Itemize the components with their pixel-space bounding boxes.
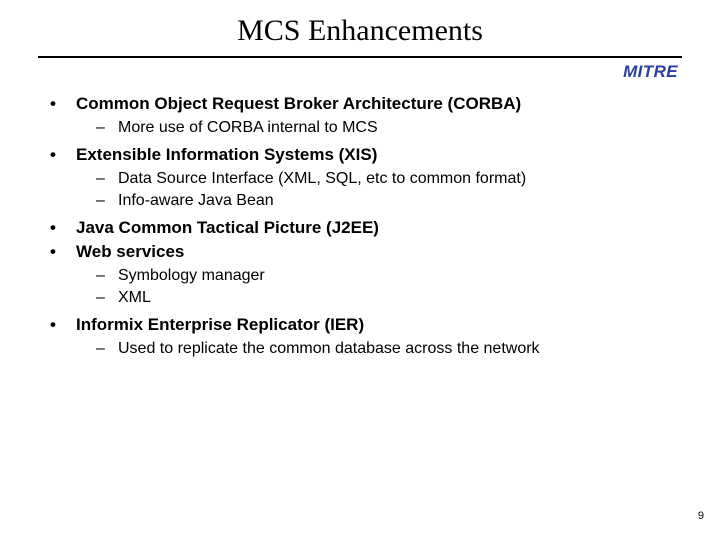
sub-item: – Symbology manager <box>96 267 680 285</box>
sub-list: – Symbology manager – XML <box>50 267 680 307</box>
dash-icon: – <box>96 192 118 210</box>
bullet-icon: • <box>50 242 76 262</box>
bullet-icon: • <box>50 315 76 335</box>
bullet-heading: Common Object Request Broker Architectur… <box>76 94 521 114</box>
sub-text: Used to replicate the common database ac… <box>118 340 540 358</box>
content-area: • Common Object Request Broker Architect… <box>0 88 720 358</box>
sub-item: – More use of CORBA internal to MCS <box>96 119 680 137</box>
bullet-icon: • <box>50 94 76 114</box>
bullet-heading: Informix Enterprise Replicator (IER) <box>76 315 364 335</box>
bullet-icon: • <box>50 145 76 165</box>
bullet-list: • Common Object Request Broker Architect… <box>50 94 680 358</box>
bullet-heading: Web services <box>76 242 184 262</box>
sub-list: – More use of CORBA internal to MCS <box>50 119 680 137</box>
dash-icon: – <box>96 340 118 358</box>
sub-list: – Data Source Interface (XML, SQL, etc t… <box>50 170 680 210</box>
sub-text: More use of CORBA internal to MCS <box>118 119 378 137</box>
bullet-item: • Java Common Tactical Picture (J2EE) <box>50 218 680 238</box>
dash-icon: – <box>96 170 118 188</box>
sub-text: XML <box>118 289 151 307</box>
dash-icon: – <box>96 289 118 307</box>
bullet-heading: Java Common Tactical Picture (J2EE) <box>76 218 379 238</box>
brand-label: MITRE <box>0 58 720 88</box>
sub-item: – Data Source Interface (XML, SQL, etc t… <box>96 170 680 188</box>
page-number: 9 <box>698 510 704 522</box>
sub-item: – XML <box>96 289 680 307</box>
dash-icon: – <box>96 267 118 285</box>
sub-item: – Used to replicate the common database … <box>96 340 680 358</box>
sub-text: Symbology manager <box>118 267 265 285</box>
bullet-heading: Extensible Information Systems (XIS) <box>76 145 377 165</box>
sub-list: – Used to replicate the common database … <box>50 340 680 358</box>
bullet-item: • Web services – Symbology manager – XML <box>50 242 680 307</box>
bullet-item: • Informix Enterprise Replicator (IER) –… <box>50 315 680 358</box>
bullet-item: • Extensible Information Systems (XIS) –… <box>50 145 680 210</box>
slide-title: MCS Enhancements <box>0 0 720 56</box>
sub-text: Info-aware Java Bean <box>118 192 274 210</box>
dash-icon: – <box>96 119 118 137</box>
sub-item: – Info-aware Java Bean <box>96 192 680 210</box>
bullet-item: • Common Object Request Broker Architect… <box>50 94 680 137</box>
bullet-icon: • <box>50 218 76 238</box>
sub-text: Data Source Interface (XML, SQL, etc to … <box>118 170 526 188</box>
